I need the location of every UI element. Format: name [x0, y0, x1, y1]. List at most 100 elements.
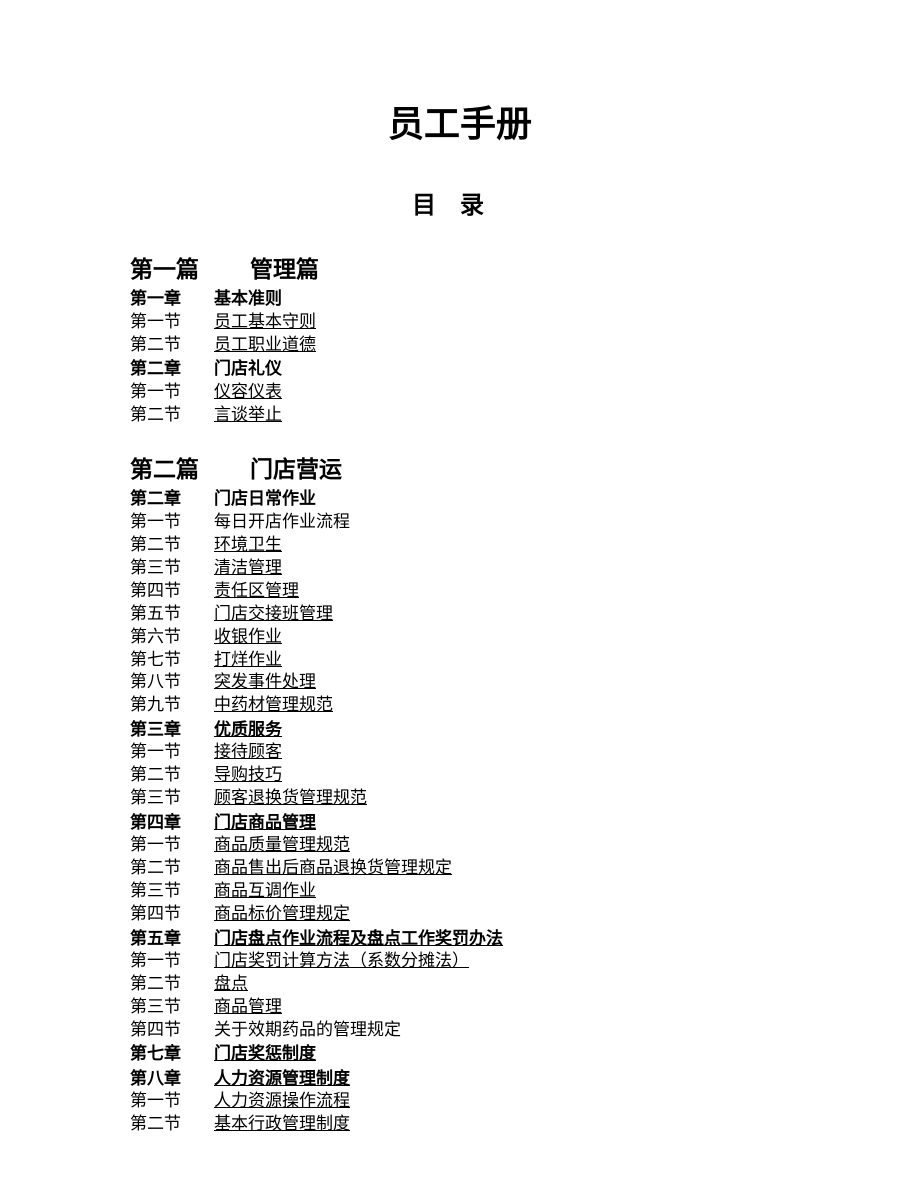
toc-section-title: 每日开店作业流程	[214, 512, 350, 531]
toc-section-line: 第六节收银作业	[130, 626, 790, 648]
toc-section-line: 第二节言谈举止	[130, 404, 790, 426]
toc-section-label: 第二节	[130, 857, 214, 879]
toc-section-line: 第七节打烊作业	[130, 649, 790, 671]
toc-section-label: 第三节	[130, 996, 214, 1018]
toc-chapter-title: 门店日常作业	[214, 489, 316, 508]
document-title: 员工手册	[130, 95, 790, 147]
toc-section-label: 第六节	[130, 626, 214, 648]
toc-section-line: 第八节突发事件处理	[130, 671, 790, 693]
toc-section-title: 基本行政管理制度	[214, 1114, 350, 1133]
toc-section-line: 第二节导购技巧	[130, 764, 790, 786]
toc-part-line: 第一篇管理篇	[130, 254, 790, 286]
toc-section-label: 第一节	[130, 950, 214, 972]
toc-section-title: 商品售出后商品退换货管理规定	[214, 858, 452, 877]
toc-chapter-label: 第二章	[130, 488, 214, 510]
toc-section-label: 第二节	[130, 764, 214, 786]
toc-section-title: 导购技巧	[214, 765, 282, 784]
table-of-contents: 第一篇管理篇第一章基本准则第一节员工基本守则第二节员工职业道德第二章门店礼仪第一…	[130, 254, 790, 1136]
toc-section-label: 第一节	[130, 381, 214, 403]
toc-part-line: 第二篇门店营运	[130, 454, 790, 486]
toc-section-title: 商品标价管理规定	[214, 904, 350, 923]
toc-chapter-title: 门店奖惩制度	[214, 1044, 316, 1063]
toc-section-title: 员工职业道德	[214, 335, 316, 354]
toc-part-label: 第一篇	[130, 254, 250, 286]
toc-chapter-label: 第二章	[130, 358, 214, 380]
toc-part-label: 第二篇	[130, 454, 250, 486]
toc-section-title: 人力资源操作流程	[214, 1091, 350, 1110]
toc-section-label: 第二节	[130, 534, 214, 556]
toc-chapter-title: 门店商品管理	[214, 813, 316, 832]
toc-section-line: 第二节员工职业道德	[130, 334, 790, 356]
toc-section-line: 第一节接待顾客	[130, 741, 790, 763]
toc-section-title: 商品互调作业	[214, 881, 316, 900]
toc-chapter-title: 人力资源管理制度	[214, 1069, 350, 1088]
toc-section-line: 第三节顾客退换货管理规范	[130, 787, 790, 809]
toc-section-line: 第二节盘点	[130, 973, 790, 995]
toc-section-line: 第三节清洁管理	[130, 557, 790, 579]
toc-section-label: 第九节	[130, 694, 214, 716]
toc-section-title: 门店交接班管理	[214, 604, 333, 623]
toc-section-title: 突发事件处理	[214, 672, 316, 691]
toc-chapter-line: 第五章门店盘点作业流程及盘点工作奖罚办法	[130, 928, 790, 950]
toc-section-line: 第一节人力资源操作流程	[130, 1090, 790, 1112]
toc-section-line: 第二节商品售出后商品退换货管理规定	[130, 857, 790, 879]
toc-section-line: 第一节员工基本守则	[130, 311, 790, 333]
toc-section-title: 责任区管理	[214, 581, 299, 600]
toc-part-title: 门店营运	[250, 457, 342, 482]
toc-section-label: 第四节	[130, 903, 214, 925]
toc-section-line: 第一节每日开店作业流程	[130, 511, 790, 533]
toc-chapter-line: 第一章基本准则	[130, 288, 790, 310]
toc-section-label: 第五节	[130, 603, 214, 625]
toc-section-line: 第三节商品互调作业	[130, 880, 790, 902]
toc-section-label: 第三节	[130, 787, 214, 809]
toc-chapter-line: 第三章优质服务	[130, 719, 790, 741]
toc-section-title: 盘点	[214, 974, 248, 993]
toc-section-title: 商品管理	[214, 997, 282, 1016]
toc-section-label: 第一节	[130, 511, 214, 533]
toc-section-title: 接待顾客	[214, 742, 282, 761]
toc-section-label: 第二节	[130, 1113, 214, 1135]
toc-section-title: 门店奖罚计算方法（系数分摊法）	[214, 951, 469, 970]
toc-section-title: 环境卫生	[214, 535, 282, 554]
toc-section-label: 第一节	[130, 834, 214, 856]
toc-section-line: 第一节仪容仪表	[130, 381, 790, 403]
toc-section-label: 第三节	[130, 557, 214, 579]
toc-section-line: 第二节环境卫生	[130, 534, 790, 556]
toc-chapter-title: 基本准则	[214, 289, 282, 308]
toc-section-title: 收银作业	[214, 627, 282, 646]
toc-section-label: 第三节	[130, 880, 214, 902]
toc-part: 第二篇门店营运第二章门店日常作业第一节每日开店作业流程第二节环境卫生第三节清洁管…	[130, 454, 790, 1135]
toc-section-title: 员工基本守则	[214, 312, 316, 331]
toc-section-title: 清洁管理	[214, 558, 282, 577]
toc-chapter-line: 第二章门店礼仪	[130, 358, 790, 380]
toc-heading: 目录	[130, 185, 790, 220]
toc-section-line: 第二节基本行政管理制度	[130, 1113, 790, 1135]
toc-section-label: 第八节	[130, 671, 214, 693]
toc-section-line: 第九节中药材管理规范	[130, 694, 790, 716]
toc-section-label: 第一节	[130, 741, 214, 763]
toc-part-title: 管理篇	[250, 257, 319, 282]
toc-section-title: 打烊作业	[214, 650, 282, 669]
toc-section-line: 第四节责任区管理	[130, 580, 790, 602]
toc-chapter-title: 优质服务	[214, 720, 282, 739]
toc-chapter-line: 第二章门店日常作业	[130, 488, 790, 510]
toc-section-label: 第一节	[130, 1090, 214, 1112]
toc-section-title: 仪容仪表	[214, 382, 282, 401]
toc-section-label: 第二节	[130, 334, 214, 356]
toc-section-title: 关于效期药品的管理规定	[214, 1020, 401, 1039]
toc-section-title: 顾客退换货管理规范	[214, 788, 367, 807]
toc-section-line: 第四节关于效期药品的管理规定	[130, 1019, 790, 1041]
toc-chapter-label: 第七章	[130, 1043, 214, 1065]
toc-section-label: 第四节	[130, 1019, 214, 1041]
toc-chapter-line: 第七章门店奖惩制度	[130, 1043, 790, 1065]
toc-section-label: 第二节	[130, 973, 214, 995]
toc-part: 第一篇管理篇第一章基本准则第一节员工基本守则第二节员工职业道德第二章门店礼仪第一…	[130, 254, 790, 426]
toc-section-line: 第一节商品质量管理规范	[130, 834, 790, 856]
toc-chapter-label: 第八章	[130, 1068, 214, 1090]
toc-section-label: 第四节	[130, 580, 214, 602]
toc-chapter-line: 第四章门店商品管理	[130, 812, 790, 834]
toc-section-label: 第七节	[130, 649, 214, 671]
toc-section-line: 第三节商品管理	[130, 996, 790, 1018]
toc-section-line: 第一节门店奖罚计算方法（系数分摊法）	[130, 950, 790, 972]
toc-section-title: 商品质量管理规范	[214, 835, 350, 854]
